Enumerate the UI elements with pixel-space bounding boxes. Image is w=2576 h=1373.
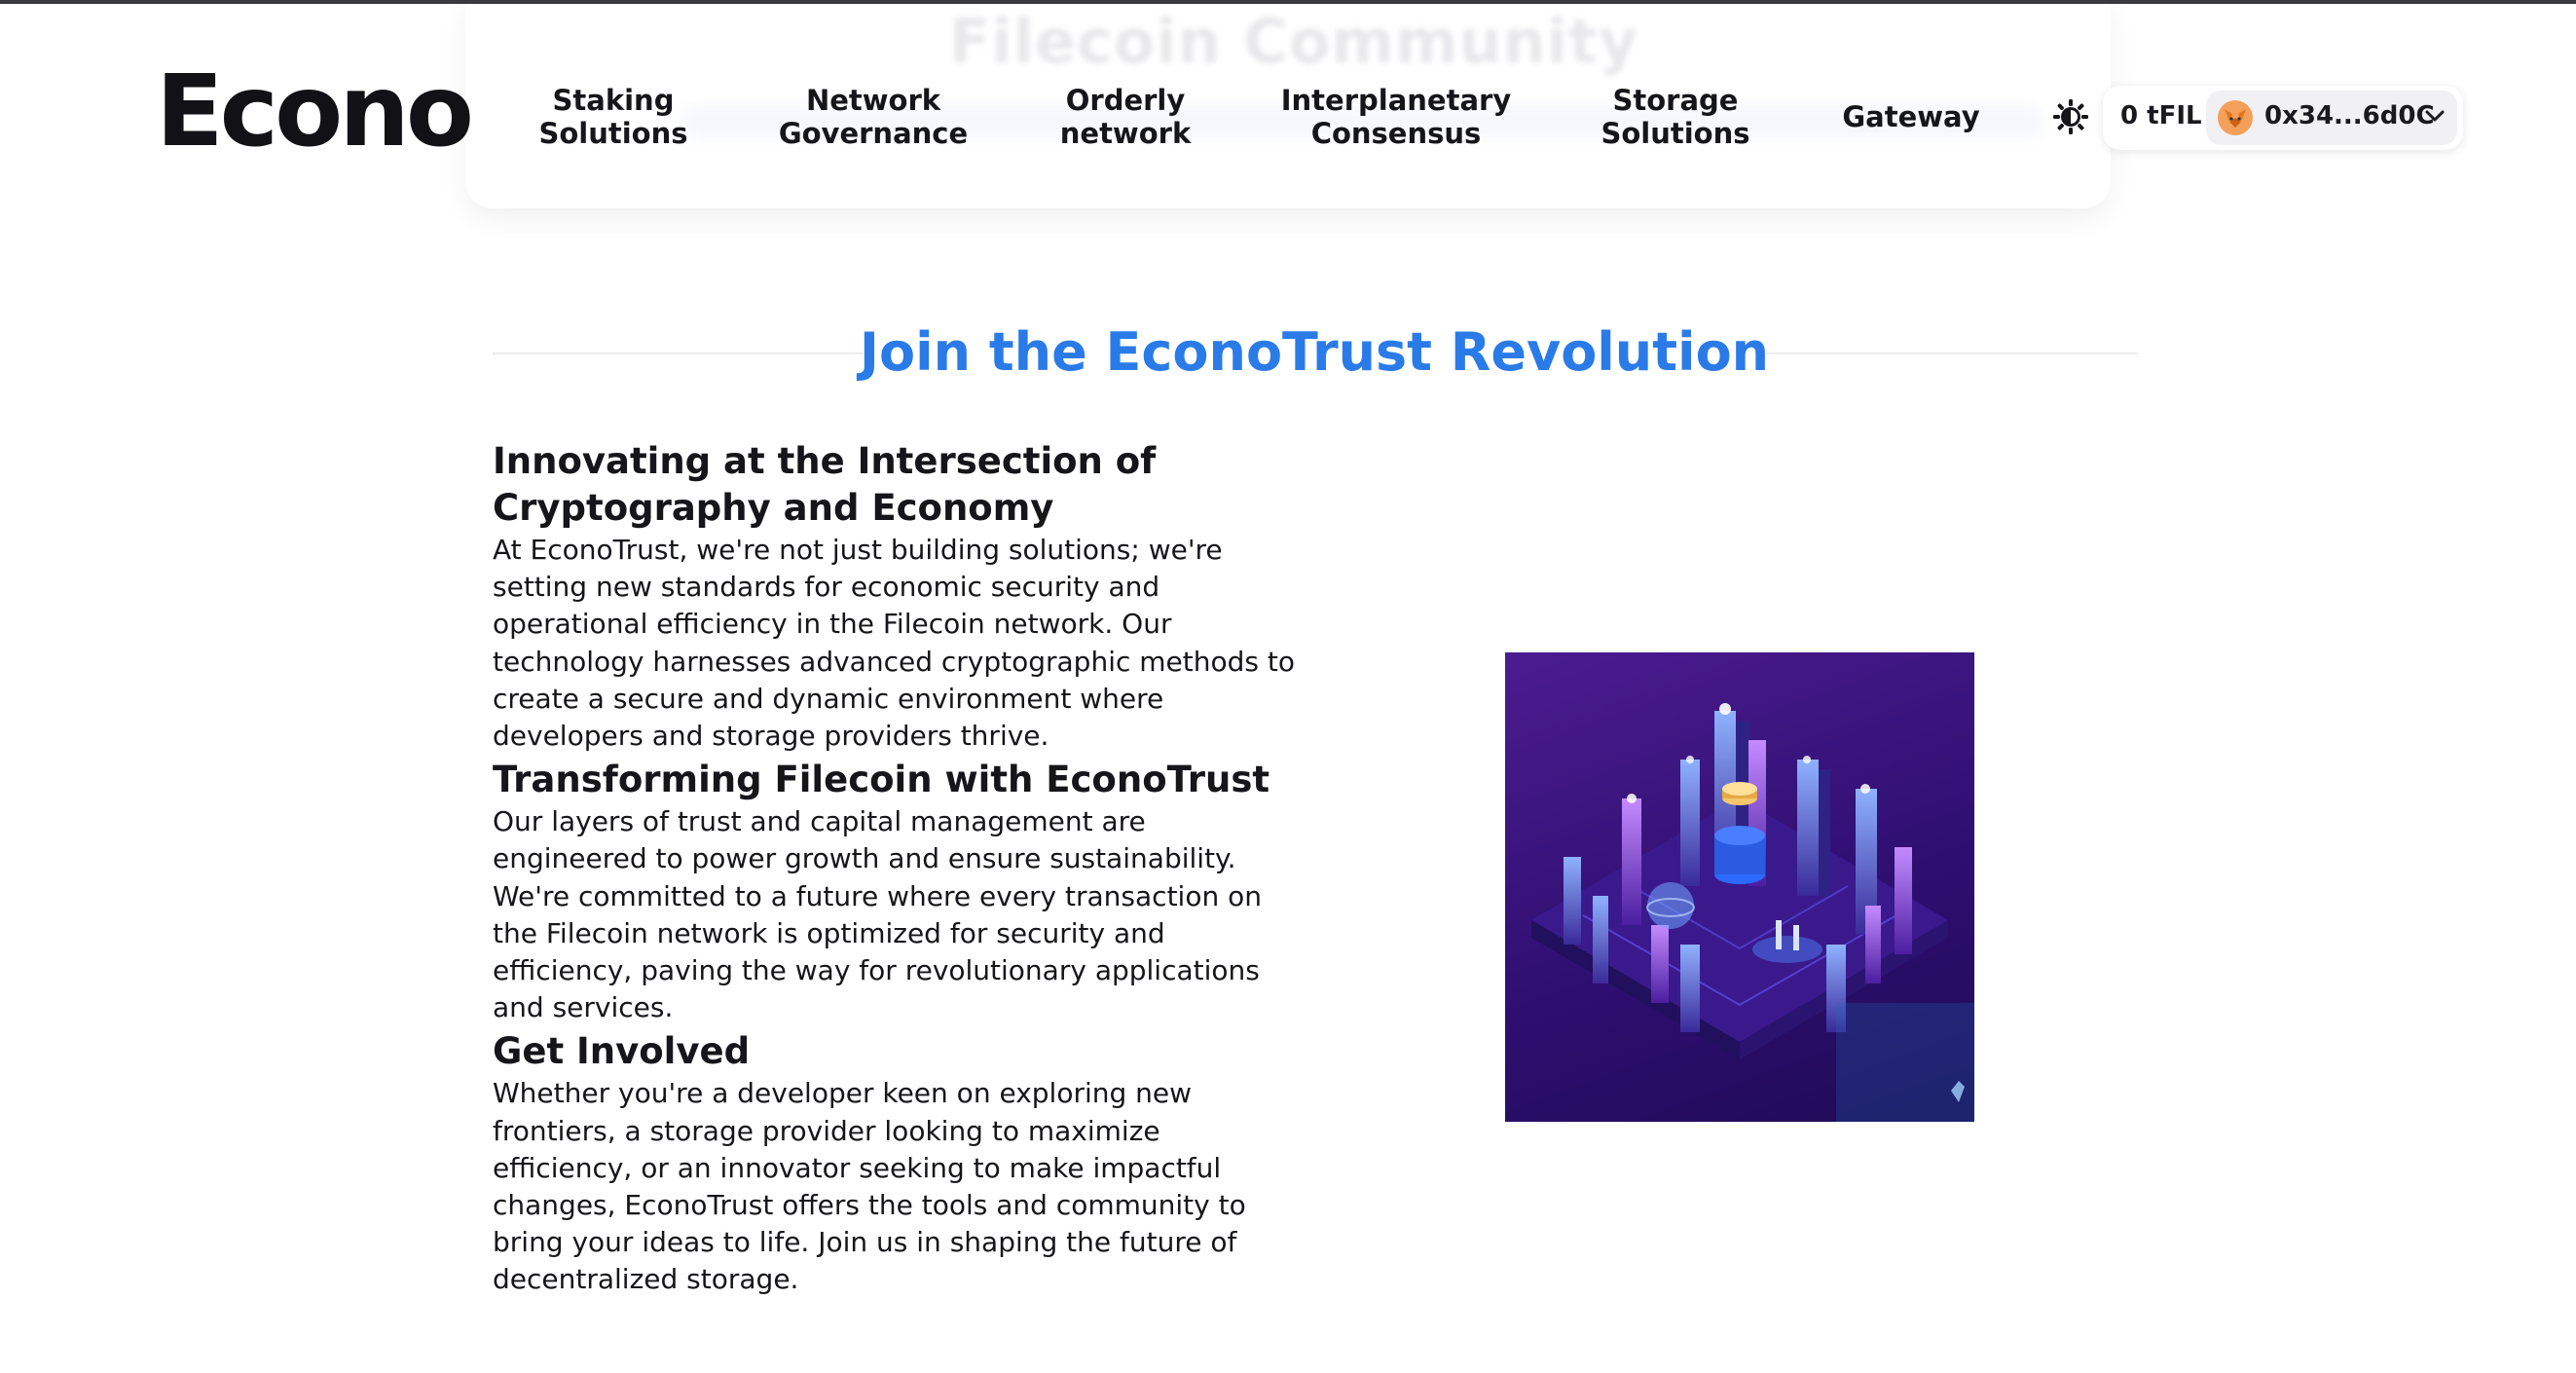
- nav-label-line2: Solutions: [538, 117, 688, 150]
- section-heading: Innovating at the Intersection of Crypto…: [493, 440, 1157, 529]
- about-content: Innovating at the Intersection of Crypto…: [493, 438, 1301, 1301]
- nav-staking-solutions[interactable]: Staking Solutions: [534, 84, 693, 154]
- nav-label-line1: Storage: [1612, 84, 1739, 117]
- nav-label-line1: Network: [805, 84, 941, 117]
- section-paragraph: Whether you're a developer keen on explo…: [493, 1077, 1246, 1296]
- isometric-city-illustration: [1505, 652, 1974, 1122]
- nav-label-line1: Staking: [552, 84, 675, 117]
- section-title: Join the EconoTrust Revolution: [859, 321, 1770, 383]
- nav-label-line2: Governance: [778, 117, 969, 150]
- nav-label-line1: Orderly: [1065, 84, 1186, 117]
- section-heading: Transforming Filecoin with EconoTrust: [493, 759, 1270, 801]
- nav-interplanetary-consensus[interactable]: Interplanetary Consensus: [1271, 84, 1521, 154]
- sun-icon[interactable]: [2052, 98, 2089, 135]
- faded-background-heading: Filecoin Community: [949, 6, 1639, 77]
- nav-storage-solutions[interactable]: Storage Solutions: [1589, 84, 1762, 154]
- metamask-fox-icon: [2218, 100, 2253, 135]
- nav-label: Gateway: [1842, 100, 1980, 133]
- nav-label-line2: network: [1059, 117, 1192, 150]
- nav-network-governance[interactable]: Network Governance: [769, 84, 977, 154]
- nav-orderly-network[interactable]: Orderly network: [1051, 84, 1199, 154]
- site-logo[interactable]: Econo: [156, 62, 474, 162]
- nav-label-line2: Consensus: [1310, 117, 1482, 150]
- wallet-address: 0x34...6d0C: [2264, 101, 2435, 130]
- section-paragraph: At EconoTrust, we're not just building s…: [493, 534, 1295, 753]
- section-paragraph: Our layers of trust and capital manageme…: [493, 805, 1262, 1024]
- nav-label-line1: Interplanetary: [1280, 84, 1512, 117]
- balance-display[interactable]: 0 tFIL: [2120, 101, 2202, 130]
- section-heading: Get Involved: [493, 1030, 751, 1073]
- nav-label-line2: Solutions: [1601, 117, 1750, 150]
- chevron-down-icon[interactable]: [2424, 107, 2446, 125]
- nav-gateway[interactable]: Gateway: [1828, 100, 1994, 170]
